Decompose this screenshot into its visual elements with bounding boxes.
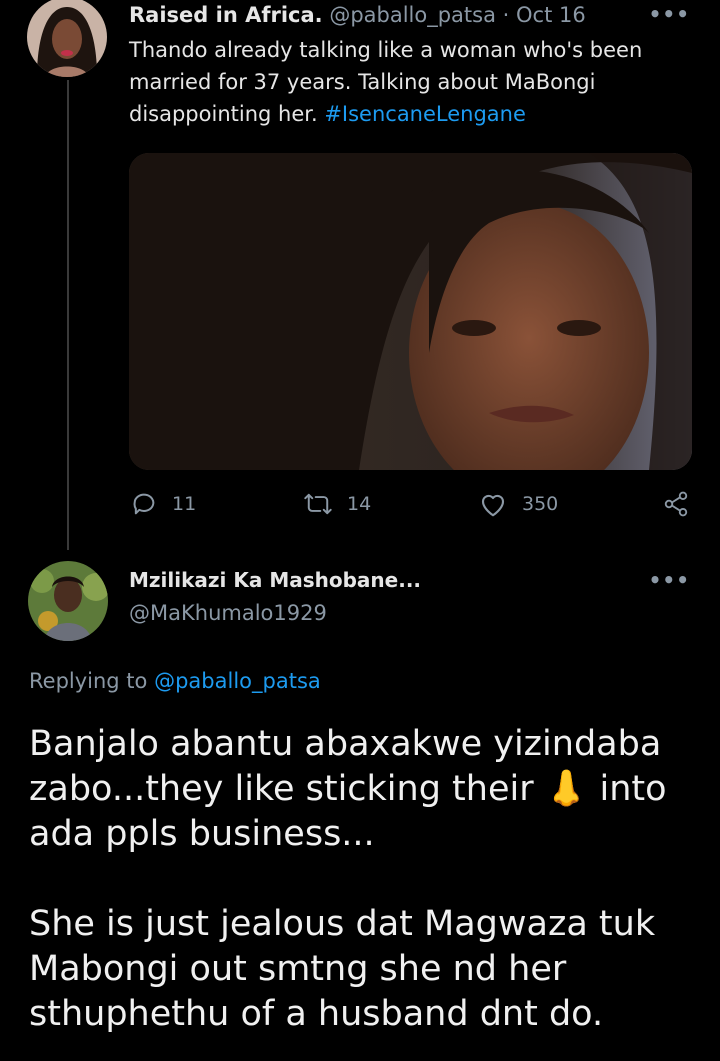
photo-woman-frowning <box>129 153 692 470</box>
hashtag-link[interactable]: #IsencaneLengane <box>324 102 526 126</box>
replying-prefix: Replying to <box>29 669 148 693</box>
reply-count: 11 <box>172 493 197 515</box>
reply-bubble-icon <box>133 493 155 515</box>
tweet-media-image[interactable] <box>129 153 692 470</box>
avatar[interactable] <box>27 0 107 77</box>
retweet-icon <box>304 493 332 515</box>
reply-text: Banjalo abantu abaxakwe yizindaba zabo..… <box>29 722 699 1037</box>
more-dots-icon[interactable]: ••• <box>649 568 690 592</box>
retweet-count: 14 <box>347 493 372 515</box>
like-count: 350 <box>522 493 559 515</box>
tweet-text: Thando already talking like a woman who'… <box>129 34 689 130</box>
reply-button[interactable]: 11 <box>130 490 196 518</box>
separator: · <box>495 3 517 27</box>
heart-icon <box>481 494 505 517</box>
tweet-actions-bar: 11 14 350 <box>0 490 720 526</box>
reply-paragraph-2: She is just jealous dat Magwaza tuk Mabo… <box>29 904 656 1034</box>
retweet-button[interactable]: 14 <box>303 490 371 518</box>
avatar-image <box>27 0 107 77</box>
reply-paragraph-1: Banjalo abantu abaxakwe yizindaba zabo..… <box>29 722 699 857</box>
nose-emoji: 👃 <box>544 769 589 809</box>
replying-to-link[interactable]: @paballo_patsa <box>154 669 321 693</box>
display-name[interactable]: Mzilikazi Ka Mashobane... <box>129 568 421 592</box>
user-handle[interactable]: @paballo_patsa <box>329 3 496 27</box>
share-button[interactable] <box>662 490 690 518</box>
tweet-date[interactable]: Oct 16 <box>516 3 586 27</box>
replying-to: Replying to @paballo_patsa <box>29 669 321 693</box>
user-handle[interactable]: @MaKhumalo1929 <box>129 601 327 625</box>
more-dots-icon[interactable]: ••• <box>649 2 690 26</box>
thread-connector-line <box>67 80 69 550</box>
tweet-header: Raised in Africa. @paballo_patsa · Oct 1… <box>129 0 586 30</box>
avatar-image <box>28 561 108 641</box>
display-name[interactable]: Raised in Africa. <box>129 3 323 27</box>
like-button[interactable]: 350 <box>478 490 558 518</box>
share-nodes-icon <box>664 491 688 517</box>
avatar[interactable] <box>28 561 108 641</box>
